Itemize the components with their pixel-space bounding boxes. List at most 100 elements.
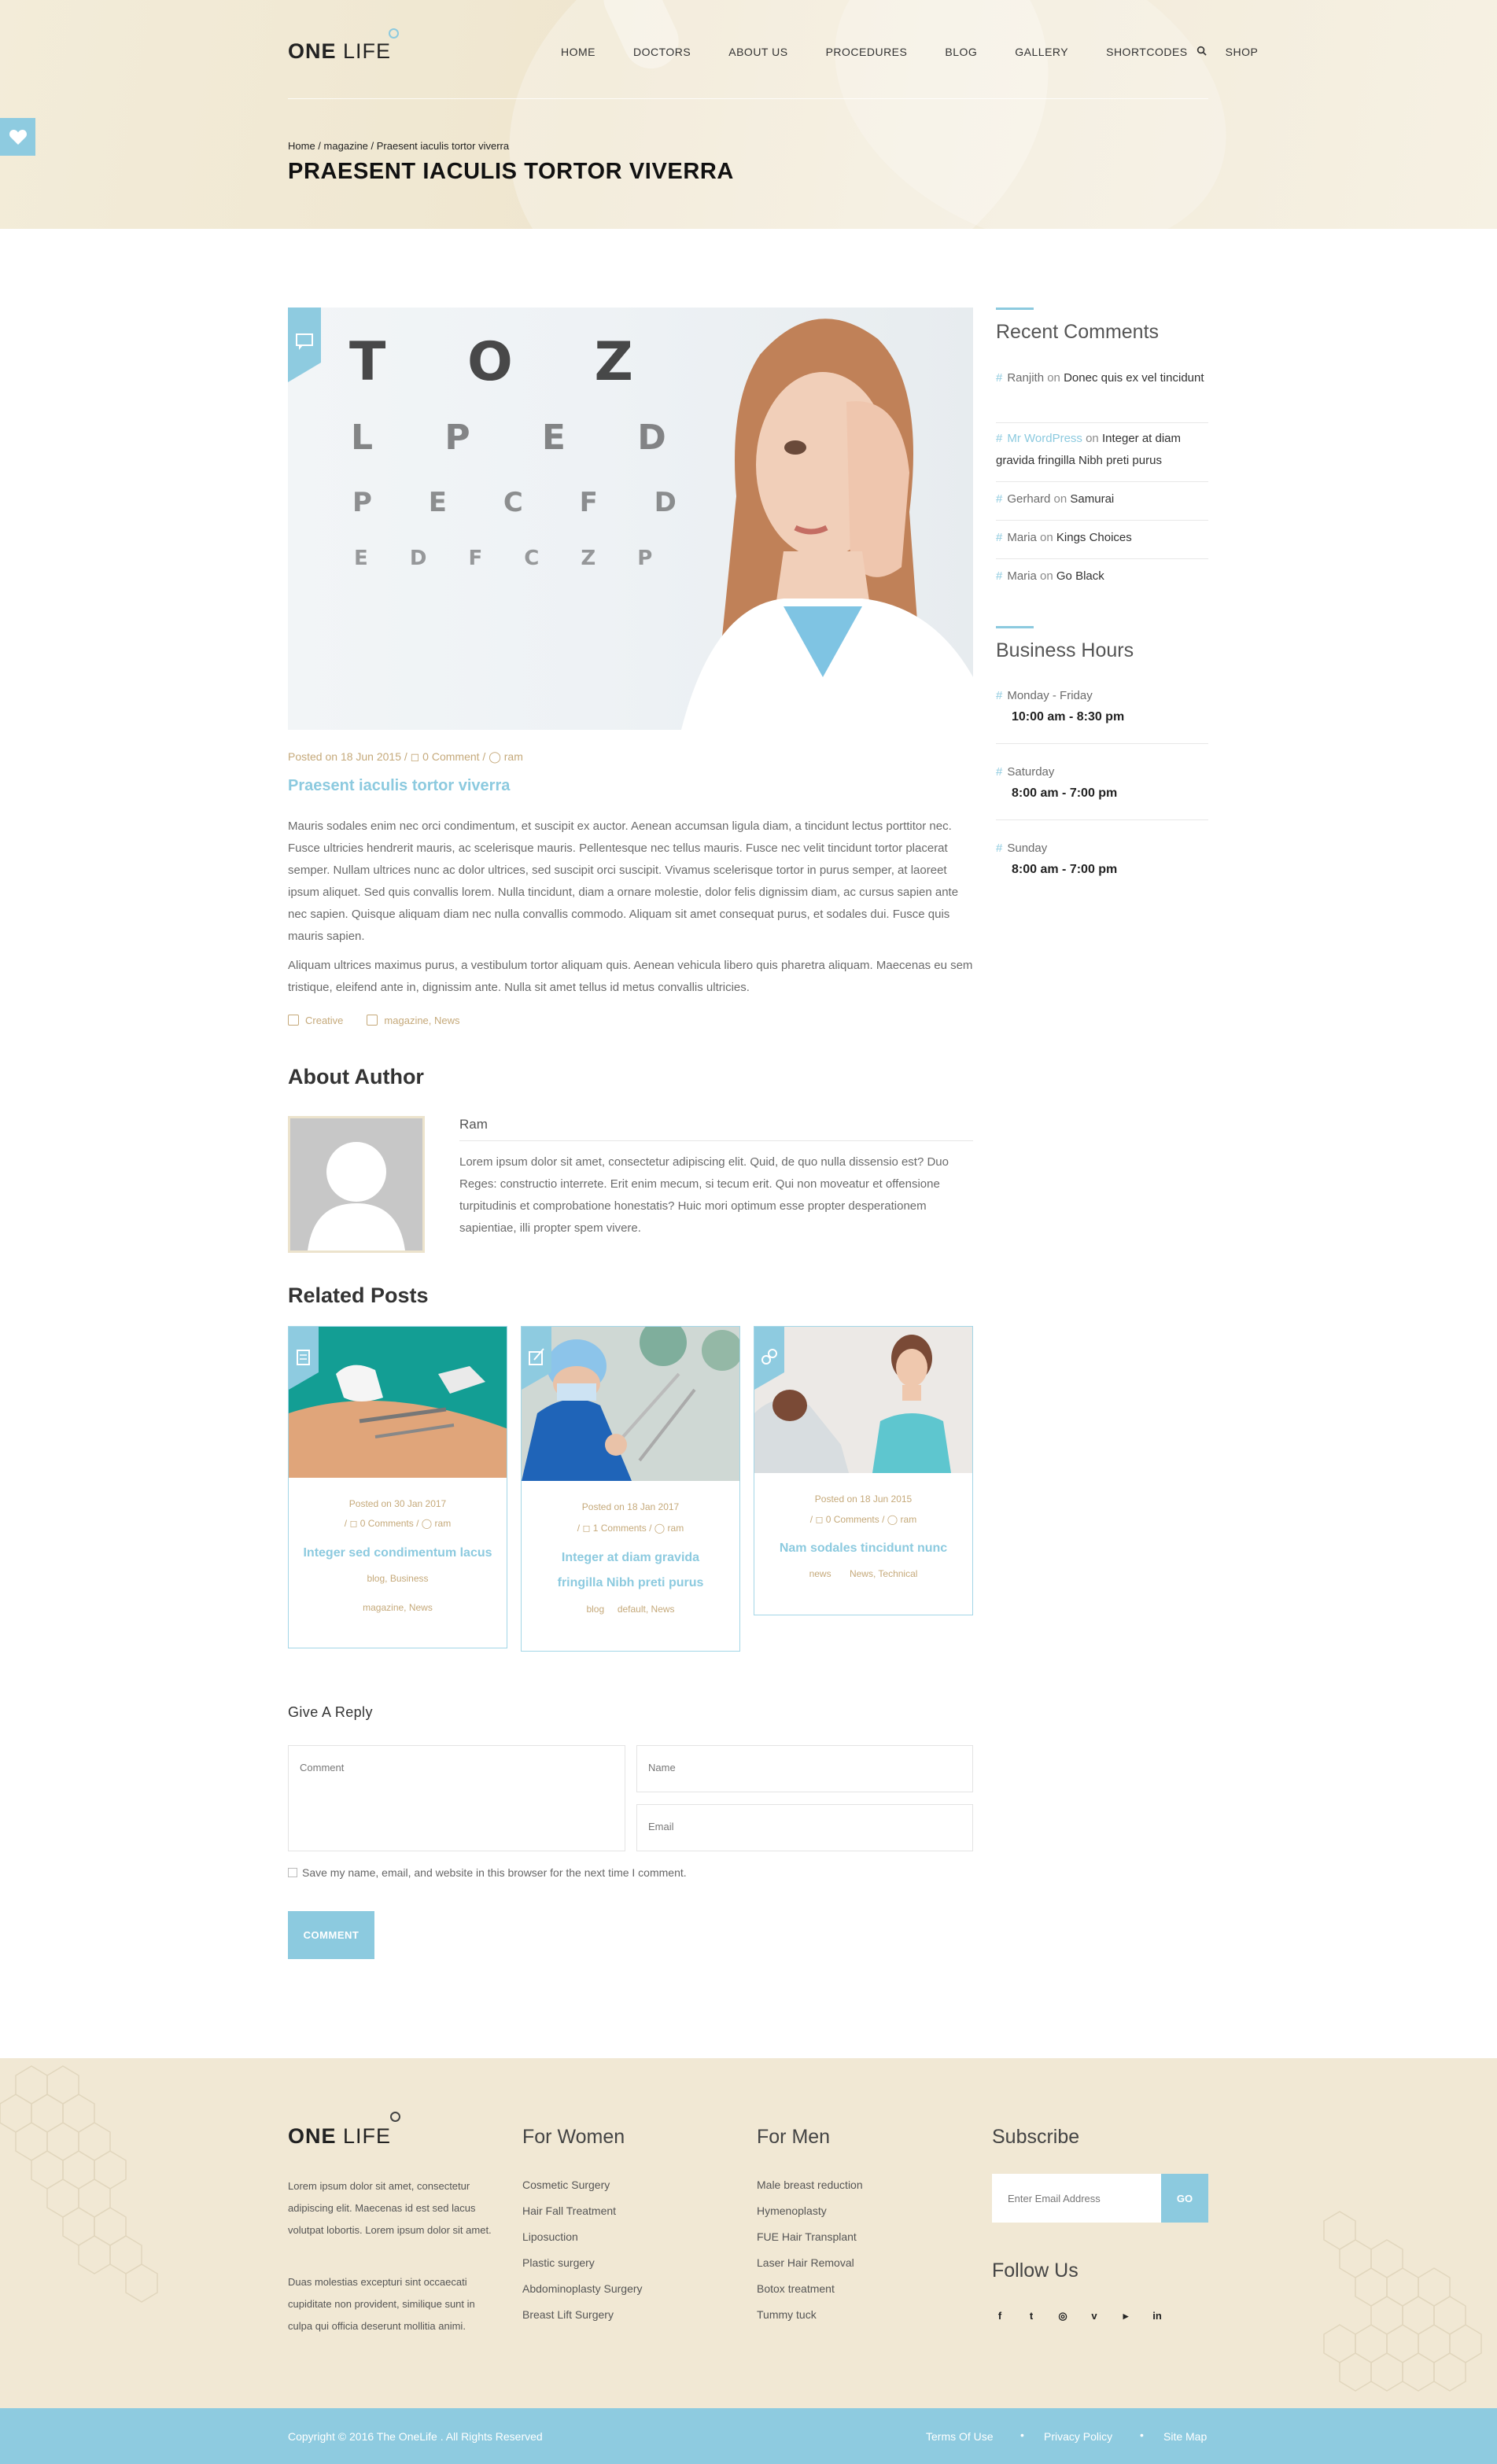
footer-link[interactable]: Tummy tuck [757,2308,817,2321]
facebook-icon[interactable]: f [992,2310,1008,2322]
related-post-card[interactable]: Posted on 18 Jun 2015 / ◻ 0 Comments / ◯… [754,1326,973,1615]
nav-item-shortcodes[interactable]: SHORTCODES [1106,46,1188,58]
recent-comment: # Maria on Go Black [996,569,1104,583]
hours-time: 10:00 am - 8:30 pm [1012,710,1125,724]
search-icon[interactable] [1196,46,1207,56]
wishlist-tab[interactable] [0,118,35,156]
widget-accent-bar [996,308,1034,310]
related-post-title[interactable]: Nam sodales tincidunt nunc [754,1536,972,1561]
follow-us-title: Follow Us [992,2260,1079,2282]
footer-link[interactable]: Hair Fall Treatment [522,2204,616,2217]
related-post-title[interactable]: Integer sed condimentum lacus [289,1541,507,1566]
related-post-tags[interactable]: blog default, News [522,1604,739,1615]
footer-link[interactable]: FUE Hair Transplant [757,2230,857,2243]
breadcrumb-current: Praesent iaculis tortor viverra [376,140,510,152]
footer-link[interactable]: Abdominoplasty Surgery [522,2282,643,2295]
related-post-image [522,1327,739,1481]
comment-textarea[interactable]: Comment [288,1745,625,1851]
related-post-tags[interactable]: news News, Technical [754,1568,972,1579]
sitemap-link[interactable]: Site Map [1163,2430,1207,2443]
footer-link[interactable]: Plastic surgery [522,2256,595,2269]
save-info-checkbox[interactable] [288,1868,297,1877]
main-nav: HOME DOCTORS ABOUT US PROCEDURES BLOG GA… [561,46,1296,58]
divider [996,743,1208,744]
footer-logo[interactable]: ONE LIFE [288,2112,401,2149]
hexagon-pattern [1323,2211,1482,2392]
recent-comment: # Mr WordPress on Integer at diam gravida… [996,432,1182,467]
reply-heading: Give A Reply [288,1704,373,1720]
subscribe-button[interactable]: GO [1161,2174,1208,2223]
author-avatar [288,1116,425,1253]
recent-comment-link[interactable]: Samurai [1070,492,1114,506]
footer-about-text: Duas molestias excepturi sint occaecati … [288,2276,475,2332]
edit-format-icon [522,1327,551,1390]
nav-item-blog[interactable]: BLOG [945,46,977,58]
terms-link[interactable]: Terms Of Use [926,2430,994,2443]
hours-time: 8:00 am - 7:00 pm [1012,863,1118,876]
page-header: ONE LIFE HOME DOCTORS ABOUT US PROCEDURE… [0,0,1497,229]
hexagon-pattern [0,2065,158,2303]
header-divider [288,98,1208,99]
nav-item-shop[interactable]: SHOP [1226,46,1259,58]
divider [996,481,1208,482]
divider [996,558,1208,559]
related-post-card[interactable]: Posted on 30 Jan 2017 / ◻ 0 Comments / ◯… [288,1326,507,1648]
footer-link[interactable]: Male breast reduction [757,2179,863,2191]
subscribe-email-input[interactable]: Enter Email Address [992,2174,1161,2223]
related-post-date: Posted on 18 Jan 2017 [581,1501,680,1512]
breadcrumb-category[interactable]: magazine [324,140,368,152]
recent-comment-link[interactable]: Donec quis ex vel tincidunt [1064,371,1204,385]
instagram-icon[interactable]: ◎ [1055,2310,1071,2322]
rss-icon[interactable]: ▸ [1118,2310,1134,2322]
recent-comment-link[interactable]: Kings Choices [1056,531,1132,544]
subscribe-title: Subscribe [992,2126,1080,2148]
comment-submit-button[interactable]: COMMENT [288,1911,374,1959]
related-post-title[interactable]: Integer at diam gravida fringilla Nibh p… [522,1545,739,1596]
nav-item-gallery[interactable]: GALLERY [1015,46,1068,58]
nav-item-about-us[interactable]: ABOUT US [728,46,787,58]
related-post-tags[interactable]: blog, Business [289,1573,507,1584]
logo-light: LIFE [343,39,392,63]
name-field[interactable]: Name [636,1745,973,1792]
footer-link[interactable]: Cosmetic Surgery [522,2179,610,2191]
recent-comment: # Maria on Kings Choices [996,531,1132,544]
breadcrumb-separator: / [367,140,377,152]
eye-chart-row: T O Z [349,331,665,393]
footer-link[interactable]: Hymenoplasty [757,2204,827,2217]
footer-link[interactable]: Laser Hair Removal [757,2256,854,2269]
related-post-card[interactable]: Posted on 18 Jan 2017 / ◻ 1 Comments / ◯… [521,1326,740,1652]
email-field[interactable]: Email [636,1804,973,1851]
document-format-icon [289,1327,319,1390]
post-tags: Creative magazine, News [288,1015,460,1026]
copyright-bar: Copyright © 2016 The OneLife . All Right… [0,2408,1497,2464]
privacy-link[interactable]: Privacy Policy [1044,2430,1112,2443]
post-title[interactable]: Praesent iaculis tortor viverra [288,777,510,795]
author-divider [459,1140,973,1141]
hours-time: 8:00 am - 7:00 pm [1012,786,1118,800]
hours-day: # Saturday [996,765,1055,779]
twitter-icon[interactable]: t [1023,2310,1039,2322]
linkedin-icon[interactable]: in [1149,2310,1165,2322]
breadcrumb-separator: / [315,140,324,152]
separator-dot: • [1140,2429,1144,2441]
nav-item-procedures[interactable]: PROCEDURES [826,46,908,58]
page-title: PRAESENT IACULIS TORTOR VIVERRA [288,159,734,184]
post-tag[interactable]: Creative [288,1015,343,1026]
footer-link[interactable]: Botox treatment [757,2282,835,2295]
tag-icon [288,1015,299,1026]
site-logo[interactable]: ONE LIFE [288,28,400,64]
related-post-categories[interactable]: magazine, News [289,1602,507,1613]
footer-link[interactable]: Breast Lift Surgery [522,2308,614,2321]
nav-item-home[interactable]: HOME [561,46,595,58]
save-info-row: Save my name, email, and website in this… [288,1866,687,1879]
for-women-title: For Women [522,2126,625,2148]
related-post-meta: / ◻ 0 Comments / ◯ ram [344,1518,452,1529]
vimeo-icon[interactable]: v [1086,2310,1102,2322]
recent-comment-link[interactable]: Go Black [1056,569,1104,583]
nav-item-doctors[interactable]: DOCTORS [633,46,691,58]
breadcrumb-home[interactable]: Home [288,140,315,152]
related-posts-heading: Related Posts [288,1284,429,1307]
post-categories[interactable]: magazine, News [367,1015,460,1026]
related-post-image [754,1327,972,1473]
footer-link[interactable]: Liposuction [522,2230,578,2243]
